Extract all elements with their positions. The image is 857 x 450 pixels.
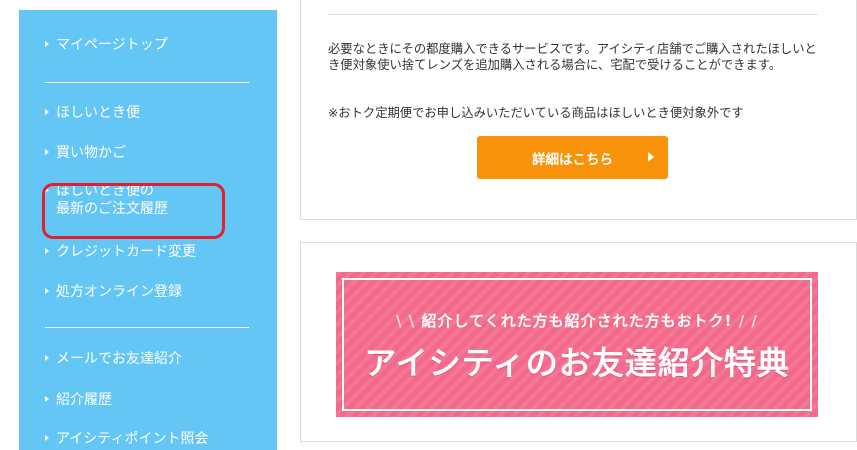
sidebar-item-referral-history[interactable]: 紹介履歴 [45, 391, 112, 409]
sidebar-divider [45, 327, 249, 328]
details-button[interactable]: 詳細はこちら [477, 136, 668, 179]
sidebar-item-label: 処方オンライン登録 [56, 284, 182, 300]
triangle-right-icon [648, 152, 654, 162]
friend-referral-banner[interactable]: \ \ 紹介してくれた方も紹介された方もおトク! / / アイシティのお友達紹介… [336, 272, 818, 417]
sidebar-item-credit-card-change[interactable]: クレジットカード変更 [45, 243, 196, 261]
slash-mark-icon: / / [738, 312, 758, 330]
triangle-right-icon [45, 435, 49, 441]
banner-subtitle-row: \ \ 紹介してくれた方も紹介された方もおトク! / / [336, 310, 818, 331]
sidebar-item-label: 紹介履歴 [56, 392, 112, 408]
referral-banner-card: \ \ 紹介してくれた方も紹介された方もおトク! / / アイシティのお友達紹介… [300, 242, 857, 442]
sidebar-item-label: 買い物かご [56, 145, 126, 161]
sidebar-item-label: メールでお友達紹介 [56, 351, 182, 367]
triangle-right-icon [45, 248, 49, 254]
banner-title: アイシティのお友達紹介特典 [364, 344, 790, 382]
card-divider [328, 14, 818, 15]
sidebar-item-label: クレジットカード変更 [56, 244, 196, 260]
banner-subtitle: 紹介してくれた方も紹介された方もおトク! [421, 312, 733, 330]
sidebar-divider [45, 82, 249, 83]
sidebar-item-point-inquiry[interactable]: アイシティポイント照会 [45, 430, 208, 448]
highlight-annotation [42, 183, 225, 239]
slash-mark-icon: \ \ [396, 312, 422, 330]
sidebar-item-label: ほしいとき便 [56, 105, 140, 121]
sidebar-item-prescription-online[interactable]: 処方オンライン登録 [45, 283, 182, 301]
sidebar-item-mypage-top[interactable]: マイページトップ [45, 36, 168, 54]
triangle-right-icon [45, 396, 49, 402]
sidebar-item-email-friend-referral[interactable]: メールでお友達紹介 [45, 350, 182, 368]
sidebar-item-label: アイシティポイント照会 [56, 431, 209, 447]
triangle-right-icon [45, 41, 49, 47]
triangle-right-icon [45, 149, 49, 155]
service-description: 必要なときにその都度購入できるサービスです。アイシティ店舗でご購入されたほしいと… [328, 42, 817, 72]
sidebar-item-hoshii-toki-bin[interactable]: ほしいとき便 [45, 104, 140, 122]
details-button-label: 詳細はこちら [532, 151, 613, 168]
hoshii-toki-bin-info-card: 必要なときにその都度購入できるサービスです。アイシティ店舗でご購入されたほしいと… [300, 0, 857, 220]
service-note: ※おトク定期便でお申し込みいただいている商品はほしいとき便対象外です [328, 106, 744, 120]
sidebar-item-label: マイページトップ [56, 37, 168, 53]
triangle-right-icon [45, 355, 49, 361]
sidebar: マイページトップ ほしいとき便 買い物かご ほしいとき便の 最新のご注文履歴 ク… [19, 10, 277, 450]
sidebar-item-shopping-cart[interactable]: 買い物かご [45, 144, 126, 162]
triangle-right-icon [45, 109, 49, 115]
triangle-right-icon [45, 288, 49, 294]
